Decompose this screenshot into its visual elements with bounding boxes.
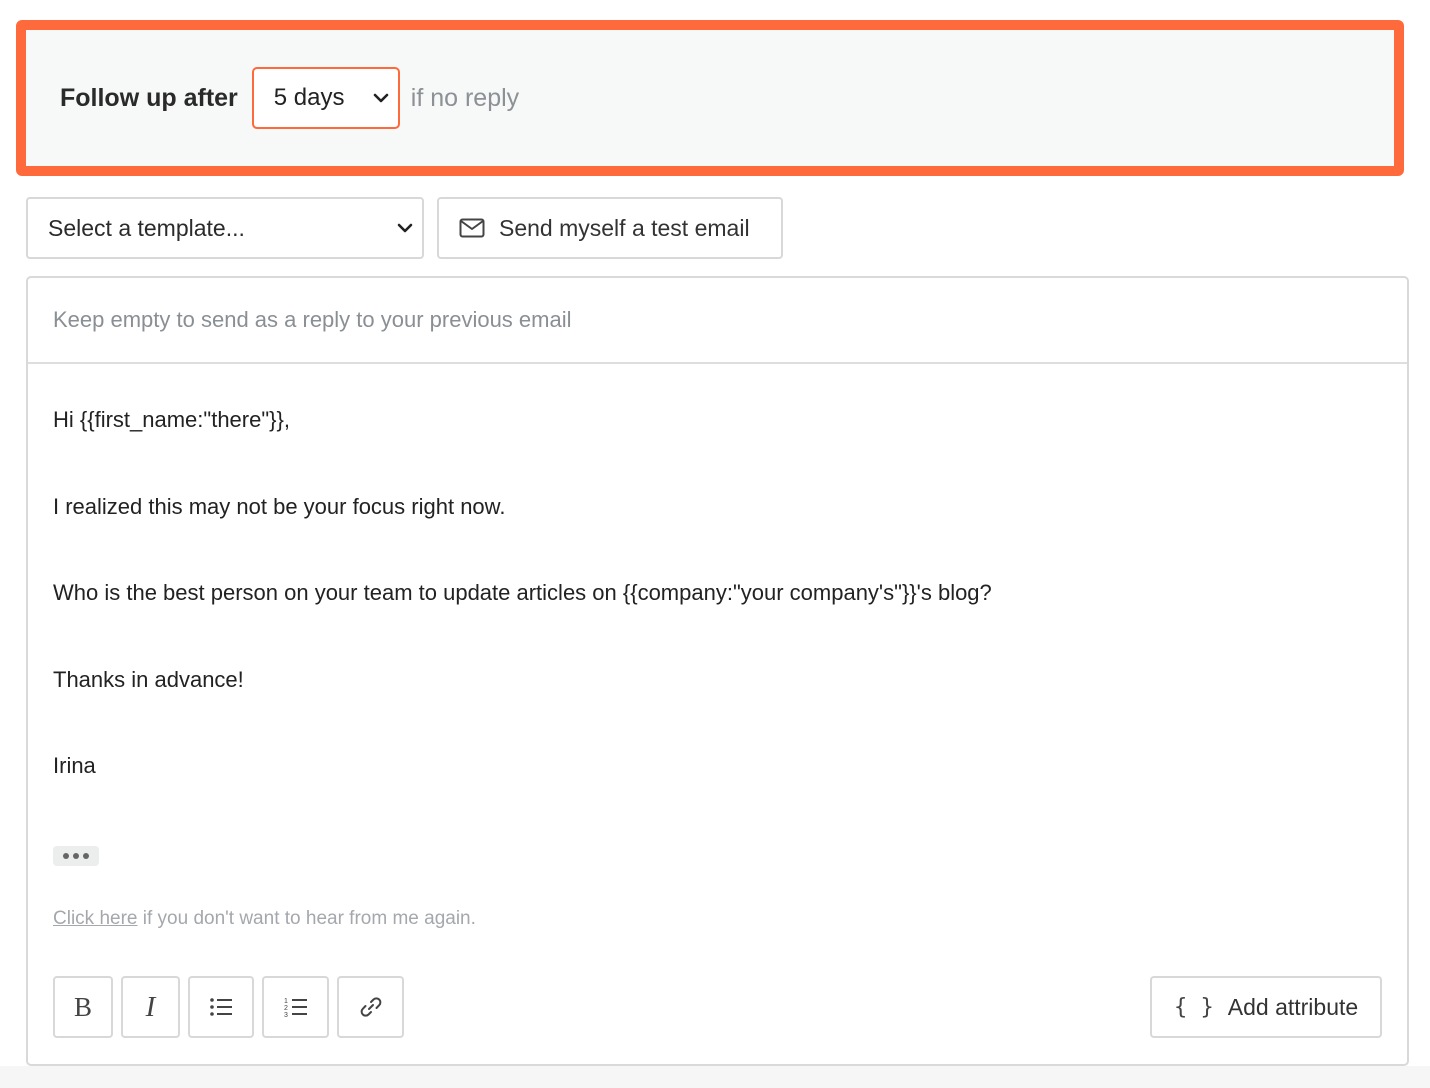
email-editor: Hi {{first_name:"there"}}, I realized th… [26, 276, 1409, 1066]
svg-text:3: 3 [284, 1012, 288, 1019]
body-line-question: Who is the best person on your team to u… [53, 580, 992, 605]
page-bottom-strip [0, 1066, 1430, 1088]
follow-up-suffix: if no reply [410, 83, 520, 112]
follow-up-delay-value: 5 days [273, 84, 345, 111]
follow-up-label: Follow up after [60, 83, 238, 112]
body-line-greeting: Hi {{first_name:"there"}}, [53, 407, 290, 432]
numbered-list-button[interactable]: 1 2 3 [262, 976, 329, 1038]
bold-button[interactable]: B [53, 976, 113, 1038]
follow-up-delay-select[interactable]: 5 days [251, 67, 400, 129]
bold-icon: B [73, 991, 92, 1022]
add-attribute-button[interactable]: { } Add attribute [1150, 976, 1382, 1038]
add-attribute-label: Add attribute [1227, 993, 1359, 1020]
dot-icon [83, 852, 89, 859]
dot-icon [73, 852, 79, 859]
link-icon [360, 997, 381, 1017]
bulleted-list-icon [210, 998, 232, 1016]
format-toolbar: B I 1 2 3 [53, 976, 412, 1038]
body-line-intro: I realized this may not be your focus ri… [53, 493, 506, 519]
subject-input[interactable] [53, 307, 1407, 333]
body-line-thanks: Thanks in advance! [53, 666, 244, 692]
dot-icon [63, 852, 69, 859]
chevron-down-icon [397, 223, 413, 233]
svg-text:1: 1 [284, 998, 288, 1005]
body-line-signature: Irina [53, 753, 96, 778]
unsubscribe-text: if you don't want to hear from me again. [137, 908, 476, 929]
italic-icon: I [145, 990, 156, 1023]
insert-link-button[interactable] [337, 976, 404, 1038]
italic-button[interactable]: I [121, 976, 180, 1038]
send-test-email-label: Send myself a test email [499, 214, 750, 241]
send-test-email-button[interactable]: Send myself a test email [437, 197, 783, 259]
subject-row [28, 278, 1407, 364]
unsubscribe-link[interactable]: Click here [53, 908, 137, 929]
unsubscribe-line: Click here if you don't want to hear fro… [53, 908, 476, 930]
braces-icon: { } [1174, 994, 1214, 1020]
chevron-down-icon [373, 93, 389, 103]
template-select[interactable]: Select a template... [26, 197, 424, 259]
numbered-list-icon: 1 2 3 [284, 998, 307, 1019]
envelope-icon [459, 218, 485, 238]
bulleted-list-button[interactable] [188, 976, 254, 1038]
show-trimmed-content-button[interactable] [53, 845, 99, 866]
svg-text:2: 2 [284, 1005, 288, 1012]
template-select-placeholder: Select a template... [48, 214, 245, 241]
follow-up-delay-panel: Follow up after 5 days if no reply [16, 20, 1404, 176]
email-body[interactable]: Hi {{first_name:"there"}}, I realized th… [28, 364, 1407, 866]
